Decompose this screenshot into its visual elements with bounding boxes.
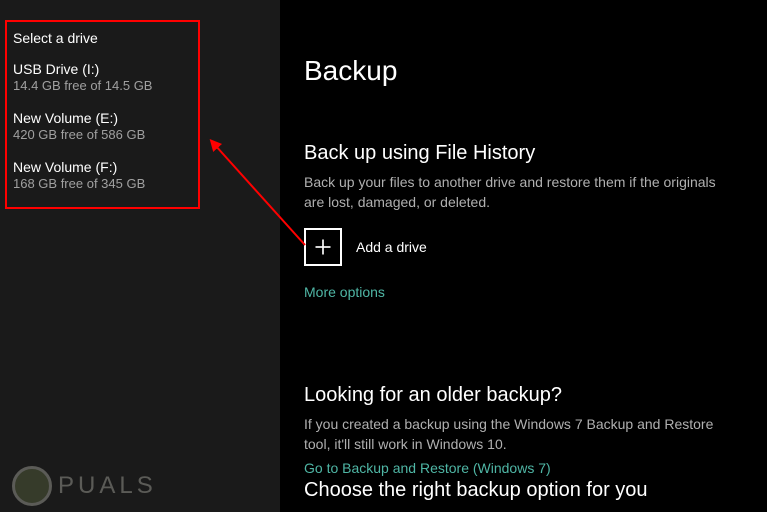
drive-free: 14.4 GB free of 14.5 GB xyxy=(13,78,192,95)
drive-selector-title: Select a drive xyxy=(13,30,192,46)
drive-name: USB Drive (I:) xyxy=(13,60,192,78)
drive-name: New Volume (E:) xyxy=(13,109,192,127)
watermark: PUALS xyxy=(12,466,157,506)
settings-backup-window: Select a drive USB Drive (I:) 14.4 GB fr… xyxy=(0,0,767,512)
drive-selector-highlight: Select a drive USB Drive (I:) 14.4 GB fr… xyxy=(5,20,200,209)
older-backup-heading: Looking for an older backup? xyxy=(304,384,737,407)
watermark-logo-icon xyxy=(12,466,52,506)
plus-icon xyxy=(304,228,342,266)
choose-option-heading: Choose the right backup option for you xyxy=(304,479,648,502)
watermark-text: PUALS xyxy=(58,472,157,500)
add-drive-button[interactable]: Add a drive xyxy=(304,228,427,266)
file-history-heading: Back up using File History xyxy=(304,142,737,165)
drive-free: 168 GB free of 345 GB xyxy=(13,176,192,193)
drive-item-usb-i[interactable]: USB Drive (I:) 14.4 GB free of 14.5 GB xyxy=(13,60,192,95)
backup-restore-win7-link[interactable]: Go to Backup and Restore (Windows 7) xyxy=(304,460,551,476)
page-title: Backup xyxy=(304,55,737,87)
drive-item-volume-e[interactable]: New Volume (E:) 420 GB free of 586 GB xyxy=(13,109,192,144)
backup-settings-main: Backup Back up using File History Back u… xyxy=(280,0,767,512)
drive-selector-panel: Select a drive USB Drive (I:) 14.4 GB fr… xyxy=(0,0,280,512)
older-backup-desc: If you created a backup using the Window… xyxy=(304,415,734,454)
file-history-desc: Back up your files to another drive and … xyxy=(304,173,734,212)
drive-item-volume-f[interactable]: New Volume (F:) 168 GB free of 345 GB xyxy=(13,158,192,193)
add-drive-label: Add a drive xyxy=(356,239,427,255)
drive-free: 420 GB free of 586 GB xyxy=(13,127,192,144)
drive-name: New Volume (F:) xyxy=(13,158,192,176)
more-options-link[interactable]: More options xyxy=(304,284,385,300)
